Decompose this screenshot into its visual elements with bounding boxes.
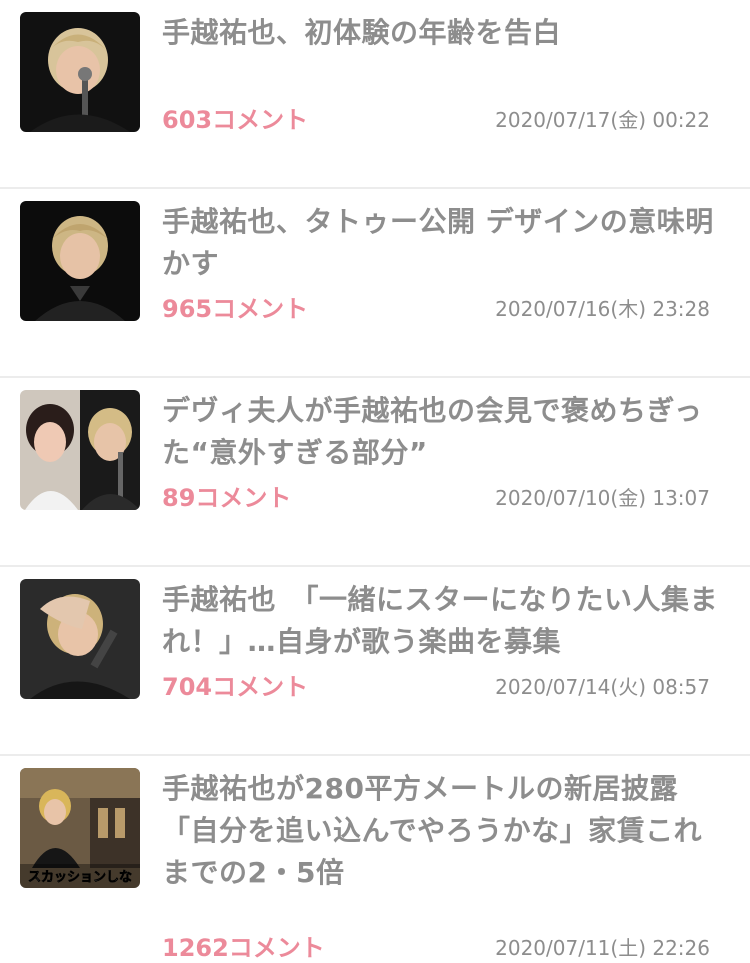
article-title[interactable]: デヴィ夫人が手越祐也の会見で褒めちぎった“意外すぎる部分” [162, 390, 722, 474]
article-date: 2020/07/16(木) 23:28 [495, 297, 710, 321]
article-item[interactable]: デヴィ夫人が手越祐也の会見で褒めちぎった“意外すぎる部分” 89コメント 202… [0, 378, 750, 567]
article-item[interactable]: スカッションしな 手越祐也が280平方メートルの新居披露「自分を追い込んでやろう… [0, 756, 750, 962]
article-date: 2020/07/17(金) 00:22 [495, 108, 710, 132]
article-thumbnail[interactable] [20, 201, 140, 321]
article-item[interactable]: 手越祐也、タトゥー公開 デザインの意味明かす 965コメント 2020/07/1… [0, 189, 750, 378]
comment-count[interactable]: 704コメント [162, 667, 308, 702]
article-list: 手越祐也、初体験の年齢を告白 603コメント 2020/07/17(金) 00:… [0, 0, 750, 962]
article-date: 2020/07/11(土) 22:26 [495, 936, 710, 960]
comment-count[interactable]: 89コメント [162, 478, 291, 513]
comment-count[interactable]: 603コメント [162, 100, 308, 135]
article-thumbnail[interactable]: スカッションしな [20, 768, 140, 888]
article-title[interactable]: 手越祐也、初体験の年齢を告白 [162, 12, 722, 54]
article-thumbnail[interactable] [20, 579, 140, 699]
article-title[interactable]: 手越祐也、タトゥー公開 デザインの意味明かす [162, 201, 722, 285]
article-thumbnail[interactable] [20, 390, 140, 510]
article-item[interactable]: 手越祐也 「一緒にスターになりたい人集まれ！」…自身が歌う楽曲を募集 704コメ… [0, 567, 750, 756]
article-title[interactable]: 手越祐也 「一緒にスターになりたい人集まれ！」…自身が歌う楽曲を募集 [162, 579, 722, 663]
thumbnail-caption: スカッションしな [28, 870, 132, 885]
comment-count[interactable]: 965コメント [162, 289, 308, 324]
article-thumbnail[interactable] [20, 12, 140, 132]
article-title[interactable]: 手越祐也が280平方メートルの新居披露「自分を追い込んでやろうかな」家賃これまで… [162, 768, 722, 894]
article-item[interactable]: 手越祐也、初体験の年齢を告白 603コメント 2020/07/17(金) 00:… [0, 0, 750, 189]
article-date: 2020/07/14(火) 08:57 [495, 675, 710, 699]
article-date: 2020/07/10(金) 13:07 [495, 486, 710, 510]
